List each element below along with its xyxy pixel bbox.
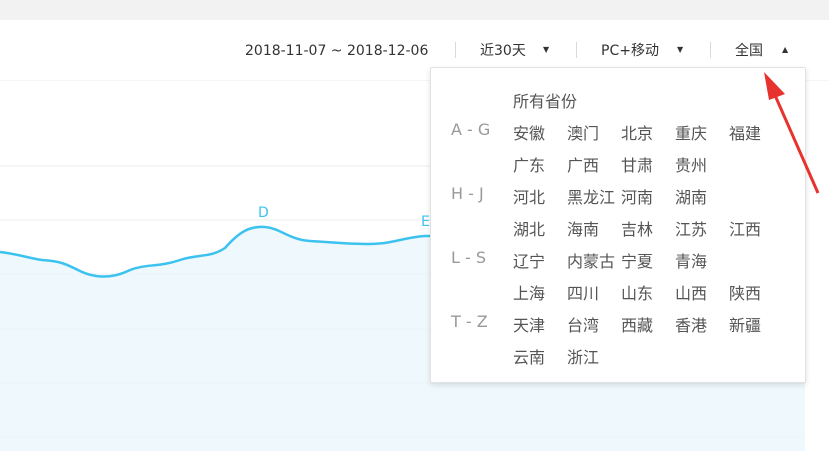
arrow-head	[764, 72, 785, 100]
arrow-shaft	[772, 92, 820, 194]
red-arrow-annotation	[764, 72, 820, 194]
